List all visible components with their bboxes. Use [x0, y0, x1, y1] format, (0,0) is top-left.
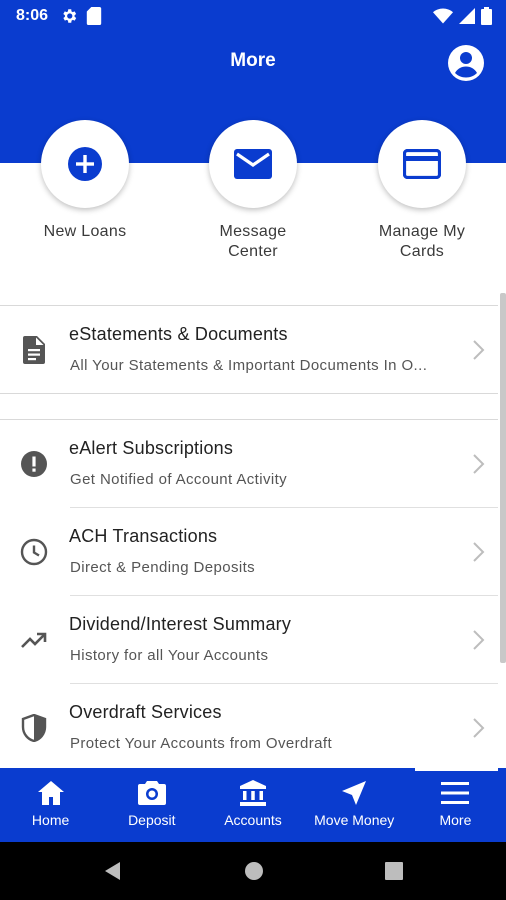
message-center-label: Message Center: [219, 223, 287, 260]
bank-icon: [240, 780, 266, 806]
message-center-circle[interactable]: [209, 120, 297, 208]
manage-cards-circle[interactable]: [378, 120, 466, 208]
new-loans-label: New Loans: [43, 223, 127, 240]
list-item-subtitle: Protect Your Accounts from Overdraft: [70, 735, 333, 752]
page-title: More: [230, 50, 276, 71]
quick-actions: New Loans Message Center Manage My Cards: [0, 120, 506, 280]
trending-up-icon-wrap: [20, 626, 48, 654]
shield-icon-wrap: [20, 714, 48, 742]
nav-more-icon-wrap: [440, 778, 470, 808]
nav-label: Accounts: [224, 812, 282, 828]
nav-home-icon-wrap: [36, 778, 66, 808]
list-item-overdraft[interactable]: Overdraft Services Protect Your Accounts…: [0, 684, 498, 772]
nav-label: More: [439, 812, 472, 828]
menu-icon: [441, 782, 470, 804]
status-time: 8:06: [16, 7, 49, 24]
list-item-subtitle: Get Notified of Account Activity: [70, 471, 288, 488]
list-item-title: Dividend/Interest Summary: [69, 614, 292, 634]
navigation-arrow-icon: [342, 781, 367, 805]
clock-icon: [20, 538, 48, 566]
profile-button[interactable]: [447, 44, 485, 82]
scrollbar[interactable]: [500, 293, 506, 663]
message-center-button[interactable]: Message Center: [178, 120, 328, 262]
status-bar: 8:06: [0, 0, 506, 32]
home-icon: [37, 781, 64, 805]
home-circle-icon[interactable]: [243, 860, 265, 882]
camera-icon: [137, 781, 166, 805]
account-circle-icon: [448, 45, 484, 81]
chevron-right-icon: [473, 454, 485, 474]
chevron-right-icon: [473, 718, 485, 738]
chevron-right-icon: [473, 542, 485, 562]
alert-icon-wrap: [20, 450, 48, 478]
plus-circle-icon: [68, 147, 102, 181]
system-nav-bar: [0, 842, 506, 900]
list-item-title: ACH Transactions: [69, 526, 218, 546]
gear-icon: [63, 9, 77, 23]
list-item-dividend[interactable]: Dividend/Interest Summary History for al…: [0, 596, 498, 684]
nav-label: Deposit: [128, 812, 176, 828]
nav-accounts-icon-wrap: [238, 778, 268, 808]
chevron-right-icon: [473, 340, 485, 360]
sd-card-icon: [86, 7, 102, 25]
clock-icon-wrap: [20, 538, 48, 566]
nav-home[interactable]: Home: [0, 768, 101, 842]
trending-up-icon: [21, 632, 47, 648]
chevron-right-icon: [473, 630, 485, 650]
battery-icon: [481, 7, 492, 25]
nav-move-money[interactable]: Move Money: [304, 768, 405, 842]
status-left-icons: [60, 7, 102, 25]
manage-cards-label: Manage My Cards: [378, 223, 466, 260]
nav-move-money-icon-wrap: [339, 778, 369, 808]
nav-accounts[interactable]: Accounts: [202, 768, 303, 842]
list-item-ealert[interactable]: eAlert Subscriptions Get Notified of Acc…: [0, 420, 498, 508]
list-item-estatements[interactable]: eStatements & Documents All Your Stateme…: [0, 306, 498, 394]
nav-label: Move Money: [314, 812, 395, 828]
list-item-title: Overdraft Services: [69, 702, 222, 722]
nav-deposit-icon-wrap: [137, 778, 167, 808]
section-gap: [0, 394, 498, 419]
credit-card-icon: [403, 149, 441, 179]
document-icon: [23, 336, 45, 364]
list-item-ach[interactable]: ACH Transactions Direct & Pending Deposi…: [0, 508, 498, 596]
list-item-subtitle: All Your Statements & Important Document…: [70, 357, 428, 374]
bottom-nav: Home Deposit Accounts Move Money More: [0, 768, 506, 842]
nav-active-indicator: [415, 768, 498, 771]
recents-icon[interactable]: [383, 860, 405, 882]
wifi-icon: [433, 8, 453, 24]
signal-icon: [459, 8, 475, 24]
status-right-icons: [433, 7, 492, 25]
nav-deposit[interactable]: Deposit: [101, 768, 202, 842]
list-item-subtitle: History for all Your Accounts: [70, 647, 269, 664]
list-item-title: eStatements & Documents: [69, 324, 288, 344]
list-item-title: eAlert Subscriptions: [69, 438, 234, 458]
mail-icon: [234, 149, 272, 179]
nav-label: Home: [31, 812, 70, 828]
new-loans-button[interactable]: New Loans: [10, 120, 160, 242]
back-icon[interactable]: [102, 860, 124, 882]
alert-icon: [21, 451, 47, 477]
new-loans-circle[interactable]: [41, 120, 129, 208]
shield-icon: [21, 714, 47, 742]
manage-cards-button[interactable]: Manage My Cards: [347, 120, 497, 262]
list-item-subtitle: Direct & Pending Deposits: [70, 559, 256, 576]
nav-more[interactable]: More: [405, 768, 506, 842]
document-icon-wrap: [20, 336, 48, 364]
